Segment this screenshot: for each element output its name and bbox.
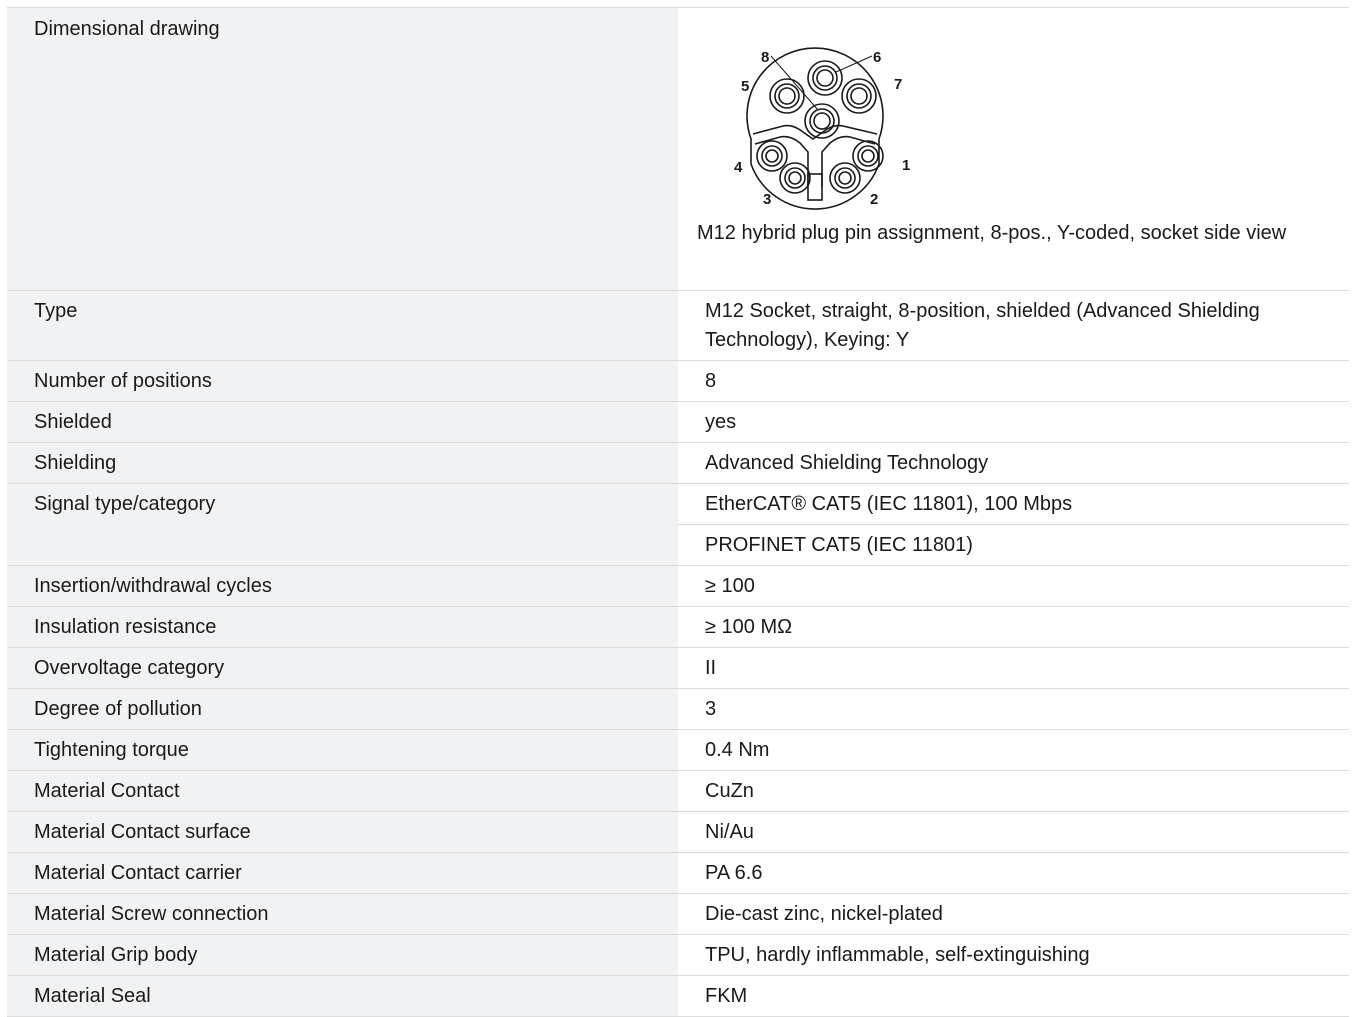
row-value: ≥ 100 — [678, 565, 1349, 607]
pin-label-5: 5 — [741, 78, 749, 95]
row-value: Die-cast zinc, nickel-plated — [678, 893, 1349, 935]
table-row: Overvoltage category II — [7, 647, 1349, 689]
row-value: II — [678, 647, 1349, 689]
row-label: Type — [7, 291, 678, 361]
row-label: Material Screw connection — [7, 893, 678, 935]
dimensional-drawing-label: Dimensional drawing — [7, 8, 678, 290]
row-value: Ni/Au — [678, 811, 1349, 853]
table-row: Material Contact CuZn — [7, 770, 1349, 812]
table-row: Material Contact carrier PA 6.6 — [7, 852, 1349, 894]
row-label: Degree of pollution — [7, 688, 678, 730]
table-row: Shielded yes — [7, 401, 1349, 443]
table-row: Tightening torque 0.4 Nm — [7, 729, 1349, 771]
row-value: 8 — [678, 360, 1349, 402]
row-label: Signal type/category — [7, 483, 678, 525]
row-label: Material Contact — [7, 770, 678, 812]
pin-label-2: 2 — [870, 191, 878, 208]
pin-label-7: 7 — [894, 76, 902, 93]
pin-3 — [779, 162, 811, 194]
row-label: Material Contact surface — [7, 811, 678, 853]
pin-label-6: 6 — [873, 49, 881, 66]
row-value: EtherCAT® CAT5 (IEC 11801), 100 Mbps — [678, 483, 1349, 525]
pin-label-3: 3 — [763, 191, 771, 208]
row-label: Tightening torque — [7, 729, 678, 771]
row-label: Shielding — [7, 442, 678, 484]
pin-label-8: 8 — [761, 49, 769, 66]
table-row: Shielding Advanced Shielding Technology — [7, 442, 1349, 484]
row-label: Material Contact carrier — [7, 852, 678, 894]
row-value: 0.4 Nm — [678, 729, 1349, 771]
table-row: Material Screw connection Die-cast zinc,… — [7, 893, 1349, 935]
table-row: Material Contact surface Ni/Au — [7, 811, 1349, 853]
row-value: TPU, hardly inflammable, self-extinguish… — [678, 934, 1349, 976]
row-value: Advanced Shielding Technology — [678, 442, 1349, 484]
drawing-caption: M12 hybrid plug pin assignment, 8-pos., … — [697, 222, 1287, 244]
table-row: PROFINET CAT5 (IEC 11801) — [7, 524, 1349, 566]
row-label: Material Grip body — [7, 934, 678, 976]
table-row: Degree of pollution 3 — [7, 688, 1349, 730]
row-label — [7, 524, 678, 566]
table-row: Signal type/category EtherCAT® CAT5 (IEC… — [7, 483, 1349, 525]
table-row: Insertion/withdrawal cycles ≥ 100 — [7, 565, 1349, 607]
row-value: PA 6.6 — [678, 852, 1349, 894]
row-label: Overvoltage category — [7, 647, 678, 689]
spec-rows: Type M12 Socket, straight, 8-position, s… — [7, 291, 1349, 1017]
pin-8 — [804, 103, 840, 139]
pin-label-4: 4 — [734, 159, 743, 176]
table-row: Number of positions 8 — [7, 360, 1349, 402]
row-label: Insulation resistance — [7, 606, 678, 648]
table-row: Material Seal FKM — [7, 975, 1349, 1017]
pin-4 — [756, 140, 788, 172]
row-value: M12 Socket, straight, 8-position, shield… — [678, 291, 1349, 361]
row-value: FKM — [678, 975, 1349, 1017]
row-label: Number of positions — [7, 360, 678, 402]
pin-6 — [807, 60, 843, 96]
row-label: Material Seal — [7, 975, 678, 1017]
row-value: PROFINET CAT5 (IEC 11801) — [678, 524, 1349, 566]
dimensional-drawing-cell: 8 6 5 7 4 1 3 2 M12 hybrid plug pin assi… — [678, 8, 1349, 290]
pin-label-1: 1 — [902, 157, 910, 174]
pin-1 — [852, 140, 884, 172]
pin-7 — [841, 78, 877, 114]
row-label: Insertion/withdrawal cycles — [7, 565, 678, 607]
table-row: Type M12 Socket, straight, 8-position, s… — [7, 291, 1349, 361]
table-row: Insulation resistance ≥ 100 MΩ — [7, 606, 1349, 648]
dimensional-drawing-row: Dimensional drawing 8 6 5 7 4 1 3 2 M12 … — [7, 8, 1349, 291]
row-value: yes — [678, 401, 1349, 443]
pin-assignment-drawing: 8 6 5 7 4 1 3 2 — [734, 47, 910, 210]
pin-5 — [769, 78, 805, 114]
row-value: ≥ 100 MΩ — [678, 606, 1349, 648]
table-row: Material Grip body TPU, hardly inflammab… — [7, 934, 1349, 976]
pin-2 — [829, 162, 861, 194]
row-value: 3 — [678, 688, 1349, 730]
row-value: CuZn — [678, 770, 1349, 812]
spec-table: Dimensional drawing 8 6 5 7 4 1 3 2 M12 … — [7, 7, 1349, 1017]
row-label: Shielded — [7, 401, 678, 443]
